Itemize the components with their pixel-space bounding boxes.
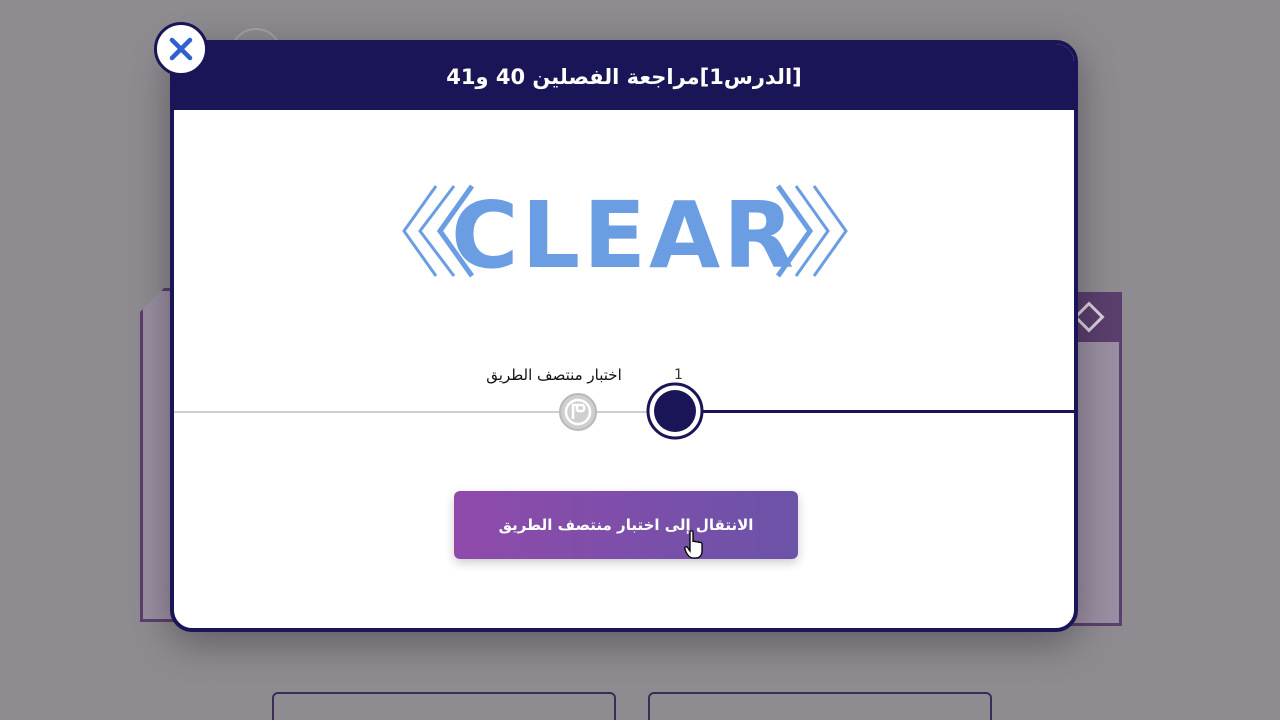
- flag-icon: [559, 393, 597, 431]
- close-icon: [169, 37, 193, 61]
- midway-test-label: اختبار منتصف الطريق: [486, 366, 622, 384]
- lesson-result-modal: [الدرس1]مراجعة الفصلين 40 و41 CLEAR اختب…: [170, 40, 1078, 632]
- progress-track-completed: [674, 410, 1074, 413]
- progress-track-remaining: [174, 411, 674, 413]
- modal-header: [الدرس1]مراجعة الفصلين 40 و41: [174, 44, 1074, 110]
- go-to-midway-test-button[interactable]: الانتقال إلى اختبار منتصف الطريق: [454, 491, 798, 559]
- clear-result-text: CLEAR: [450, 182, 798, 289]
- hand-pointer-icon: [684, 530, 703, 559]
- current-stage-number: 1: [674, 367, 683, 383]
- current-stage-node: [646, 382, 704, 440]
- modal-title: [الدرس1]مراجعة الفصلين 40 و41: [446, 65, 802, 89]
- close-button[interactable]: [154, 22, 208, 76]
- background-card-right: [648, 692, 992, 720]
- background-card-left: [272, 692, 616, 720]
- go-to-midway-test-label: الانتقال إلى اختبار منتصف الطريق: [498, 516, 754, 534]
